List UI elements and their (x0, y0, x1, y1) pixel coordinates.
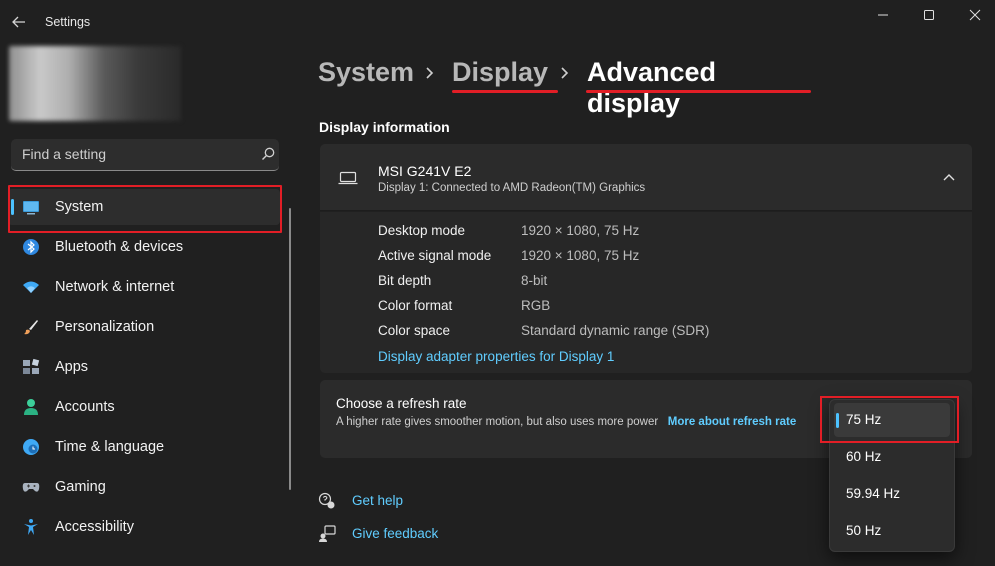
bluetooth-icon (23, 239, 39, 255)
search-icon[interactable] (260, 146, 276, 162)
info-label: Color space (378, 323, 451, 338)
sidebar-item-label: Network & internet (55, 279, 175, 295)
laptop-icon (338, 171, 358, 185)
breadcrumb-system[interactable]: System (318, 57, 414, 88)
highlight-underline-display (452, 90, 558, 93)
help-icon (318, 492, 335, 509)
info-label: Bit depth (378, 273, 432, 288)
monitor-icon (23, 201, 39, 215)
clock-globe-icon (23, 439, 39, 455)
sidebar-item-label: Accounts (55, 399, 115, 415)
info-value: 8-bit (521, 273, 548, 288)
sidebar-item-label: Time & language (55, 439, 165, 455)
search-box[interactable] (11, 139, 279, 171)
minimize-button[interactable] (873, 6, 893, 24)
dropdown-option-75hz[interactable]: 75 Hz (834, 403, 950, 437)
maximize-button[interactable] (919, 6, 939, 24)
user-avatar[interactable] (9, 46, 181, 121)
dropdown-option-label: 50 Hz (846, 523, 882, 538)
close-button[interactable] (965, 6, 985, 24)
highlight-underline-title (586, 90, 811, 93)
dropdown-option-label: 75 Hz (846, 412, 882, 427)
more-about-refresh-rate-link[interactable]: More about refresh rate (668, 416, 796, 428)
sidebar-item-system[interactable]: System (8, 189, 280, 225)
dropdown-option-label: 59.94 Hz (846, 486, 901, 501)
info-value: Standard dynamic range (SDR) (521, 323, 710, 338)
sidebar-item-label: Bluetooth & devices (55, 239, 184, 255)
selection-indicator (11, 199, 14, 215)
info-label: Desktop mode (378, 223, 466, 238)
dropdown-option-label: 60 Hz (846, 449, 882, 464)
monitor-header-card[interactable]: MSI G241V E2 Display 1: Connected to AMD… (320, 144, 972, 211)
chevron-up-icon[interactable] (942, 172, 956, 182)
display-adapter-properties-link[interactable]: Display adapter properties for Display 1 (378, 349, 614, 364)
get-help-link[interactable]: Get help (352, 493, 403, 508)
refresh-rate-description: A higher rate gives smoother motion, but… (336, 414, 806, 430)
selection-indicator (836, 413, 839, 428)
wifi-icon (23, 281, 39, 293)
chevron-right-icon (561, 67, 569, 79)
sidebar-scrollbar[interactable] (289, 208, 291, 490)
sidebar-item-label: System (55, 199, 104, 215)
sidebar-nav: System Bluetooth & devices Network & int… (8, 189, 280, 549)
apps-icon (23, 358, 40, 374)
sidebar-item-label: Gaming (55, 479, 106, 495)
sidebar-item-accounts[interactable]: Accounts (8, 389, 280, 425)
sidebar-item-accessibility[interactable]: Accessibility (8, 509, 280, 545)
page-title: Advanced display (587, 57, 717, 118)
info-label: Color format (378, 298, 453, 313)
refresh-rate-description-text: A higher rate gives smoother motion, but… (336, 416, 659, 428)
dropdown-option-59-94hz[interactable]: 59.94 Hz (834, 477, 950, 511)
search-input[interactable] (11, 139, 246, 169)
sidebar-item-time-language[interactable]: Time & language (8, 429, 280, 465)
give-feedback-link[interactable]: Give feedback (352, 526, 438, 541)
dropdown-option-60hz[interactable]: 60 Hz (834, 440, 950, 474)
dropdown-option-50hz[interactable]: 50 Hz (834, 514, 950, 548)
chevron-right-icon (426, 67, 434, 79)
sidebar-item-gaming[interactable]: Gaming (8, 469, 280, 505)
sidebar-item-apps[interactable]: Apps (8, 349, 280, 385)
app-title: Settings (45, 15, 91, 29)
sidebar-item-network[interactable]: Network & internet (8, 269, 280, 305)
sidebar-item-label: Personalization (55, 319, 155, 335)
refresh-rate-title: Choose a refresh rate (336, 396, 467, 411)
info-value: RGB (521, 298, 551, 313)
refresh-rate-dropdown[interactable]: 75 Hz 60 Hz 59.94 Hz 50 Hz (829, 399, 955, 552)
monitor-connection: Display 1: Connected to AMD Radeon(TM) G… (378, 182, 646, 194)
monitor-name: MSI G241V E2 (378, 163, 472, 179)
person-icon (24, 399, 38, 415)
breadcrumb-display[interactable]: Display (452, 57, 548, 88)
gamepad-icon (22, 483, 40, 492)
brush-icon (24, 320, 38, 335)
title-bar: Settings (0, 0, 995, 44)
sidebar-item-bluetooth[interactable]: Bluetooth & devices (8, 229, 280, 265)
sidebar-item-label: Accessibility (55, 519, 134, 535)
display-info-details: Desktop mode 1920 × 1080, 75 Hz Active s… (320, 212, 972, 373)
back-arrow-icon[interactable] (10, 13, 28, 31)
section-title-display-information: Display information (319, 119, 450, 135)
feedback-icon (319, 525, 336, 542)
sidebar-item-personalization[interactable]: Personalization (8, 309, 280, 345)
info-value: 1920 × 1080, 75 Hz (521, 223, 640, 238)
accessibility-icon (24, 519, 38, 535)
info-label: Active signal mode (378, 248, 492, 263)
sidebar-item-label: Apps (55, 359, 89, 375)
info-value: 1920 × 1080, 75 Hz (521, 248, 640, 263)
